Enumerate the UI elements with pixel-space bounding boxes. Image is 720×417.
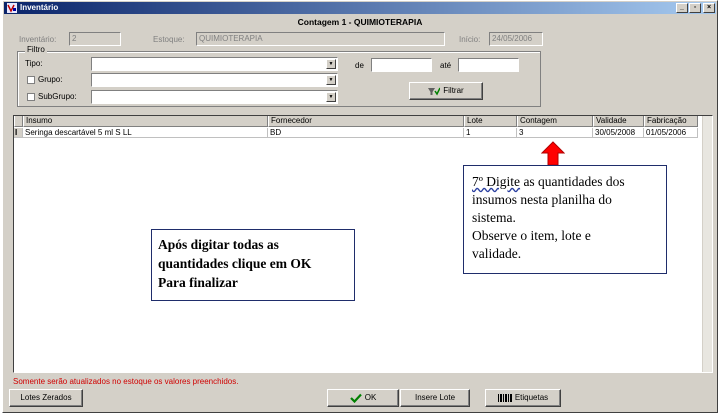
callout-step-text: 7º Digite bbox=[472, 174, 521, 189]
date-to-input[interactable] bbox=[458, 58, 519, 72]
etiquetas-label: Etiquetas bbox=[514, 393, 549, 402]
subgrupo-checkbox[interactable] bbox=[27, 93, 35, 101]
cell-insumo[interactable]: Seringa descartável 5 ml S LL bbox=[23, 128, 268, 138]
barcode-icon bbox=[497, 394, 512, 402]
filter-icon bbox=[428, 87, 441, 95]
ok-button[interactable]: OK bbox=[327, 389, 399, 407]
status-message: Somente serão atualizados no estoque os … bbox=[13, 377, 239, 386]
lotes-zerados-button[interactable]: Lotes Zerados bbox=[9, 389, 83, 407]
insere-lote-label: Insere Lote bbox=[414, 393, 456, 402]
callout-line: sistema. bbox=[472, 210, 516, 225]
chevron-down-icon[interactable]: ▼ bbox=[326, 59, 336, 69]
callout-line: Após digitar todas as bbox=[158, 237, 279, 252]
date-from-input[interactable] bbox=[371, 58, 432, 72]
window-title: Inventário bbox=[20, 3, 59, 12]
page-title: Contagem 1 - QUIMIOTERAPIA bbox=[297, 17, 423, 27]
restore-button[interactable]: ▫ bbox=[689, 3, 701, 13]
estoque-label: Estoque: bbox=[153, 35, 185, 44]
callout-line: insumos nesta planilha do bbox=[472, 192, 612, 207]
column-header-insumo[interactable]: Insumo bbox=[23, 116, 268, 127]
app-icon bbox=[7, 3, 17, 13]
row-indicator: I bbox=[14, 128, 23, 138]
minimize-button[interactable]: _ bbox=[676, 3, 688, 13]
tipo-select[interactable]: ▼ bbox=[91, 57, 338, 71]
inventario-label: Inventário: bbox=[19, 35, 57, 44]
de-label: de bbox=[355, 61, 364, 70]
step7-instruction-callout: 7º Digite as quantidades dos insumos nes… bbox=[463, 165, 667, 274]
grupo-select[interactable]: ▼ bbox=[91, 73, 338, 87]
title-bar[interactable]: Inventário _ ▫ × bbox=[4, 2, 716, 14]
inicio-label: Início: bbox=[459, 35, 481, 44]
column-header-fornecedor[interactable]: Fornecedor bbox=[268, 116, 464, 127]
subgrupo-label: SubGrupo: bbox=[38, 92, 77, 101]
callout-line: 7º Digite as quantidades dos bbox=[472, 173, 658, 191]
column-header-validade[interactable]: Validade bbox=[593, 116, 644, 127]
etiquetas-button[interactable]: Etiquetas bbox=[485, 389, 561, 407]
close-button[interactable]: × bbox=[703, 3, 715, 13]
column-header-fabricacao[interactable]: Fabricação bbox=[644, 116, 698, 127]
finish-instruction-callout: Após digitar todas as quantidades clique… bbox=[151, 229, 355, 301]
callout-line: Observe o item, lote e bbox=[472, 228, 591, 243]
lotes-zerados-label: Lotes Zerados bbox=[20, 393, 72, 402]
filtrar-label: Filtrar bbox=[443, 86, 464, 95]
column-header-lote[interactable]: Lote bbox=[464, 116, 517, 127]
insere-lote-button[interactable]: Insere Lote bbox=[400, 389, 470, 407]
grupo-checkbox[interactable] bbox=[27, 76, 35, 84]
callout-step-rest: as quantidades dos bbox=[520, 174, 625, 189]
subgrupo-select[interactable]: ▼ bbox=[91, 90, 338, 104]
checkmark-icon bbox=[349, 393, 362, 403]
cell-fabricacao[interactable]: 01/05/2006 bbox=[644, 128, 698, 138]
grid-scrollbar[interactable] bbox=[702, 116, 712, 372]
filtrar-button[interactable]: Filtrar bbox=[409, 82, 483, 100]
cell-fornecedor[interactable]: BD bbox=[268, 128, 464, 138]
inventario-field: 2 bbox=[69, 32, 121, 46]
chevron-down-icon[interactable]: ▼ bbox=[326, 75, 336, 85]
callout-line: quantidades clique em OK bbox=[158, 256, 312, 271]
ok-label: OK bbox=[364, 393, 377, 402]
callout-line: validade. bbox=[472, 246, 522, 261]
estoque-field: QUIMIOTERAPIA bbox=[196, 32, 445, 46]
cell-lote[interactable]: 1 bbox=[464, 128, 517, 138]
column-header-contagem[interactable]: Contagem bbox=[517, 116, 593, 127]
row-indicator-header bbox=[14, 116, 23, 127]
callout-line: Para finalizar bbox=[158, 275, 238, 290]
cell-contagem[interactable]: 3 bbox=[517, 128, 593, 138]
grupo-label: Grupo: bbox=[38, 75, 63, 84]
chevron-down-icon[interactable]: ▼ bbox=[326, 92, 336, 102]
red-arrow-up-icon bbox=[541, 141, 565, 166]
inicio-field: 24/05/2006 bbox=[489, 32, 543, 46]
filter-legend: Filtro bbox=[25, 45, 47, 54]
cell-validade[interactable]: 30/05/2008 bbox=[593, 128, 644, 138]
ate-label: até bbox=[440, 61, 452, 70]
tipo-label: Tipo: bbox=[25, 59, 43, 68]
